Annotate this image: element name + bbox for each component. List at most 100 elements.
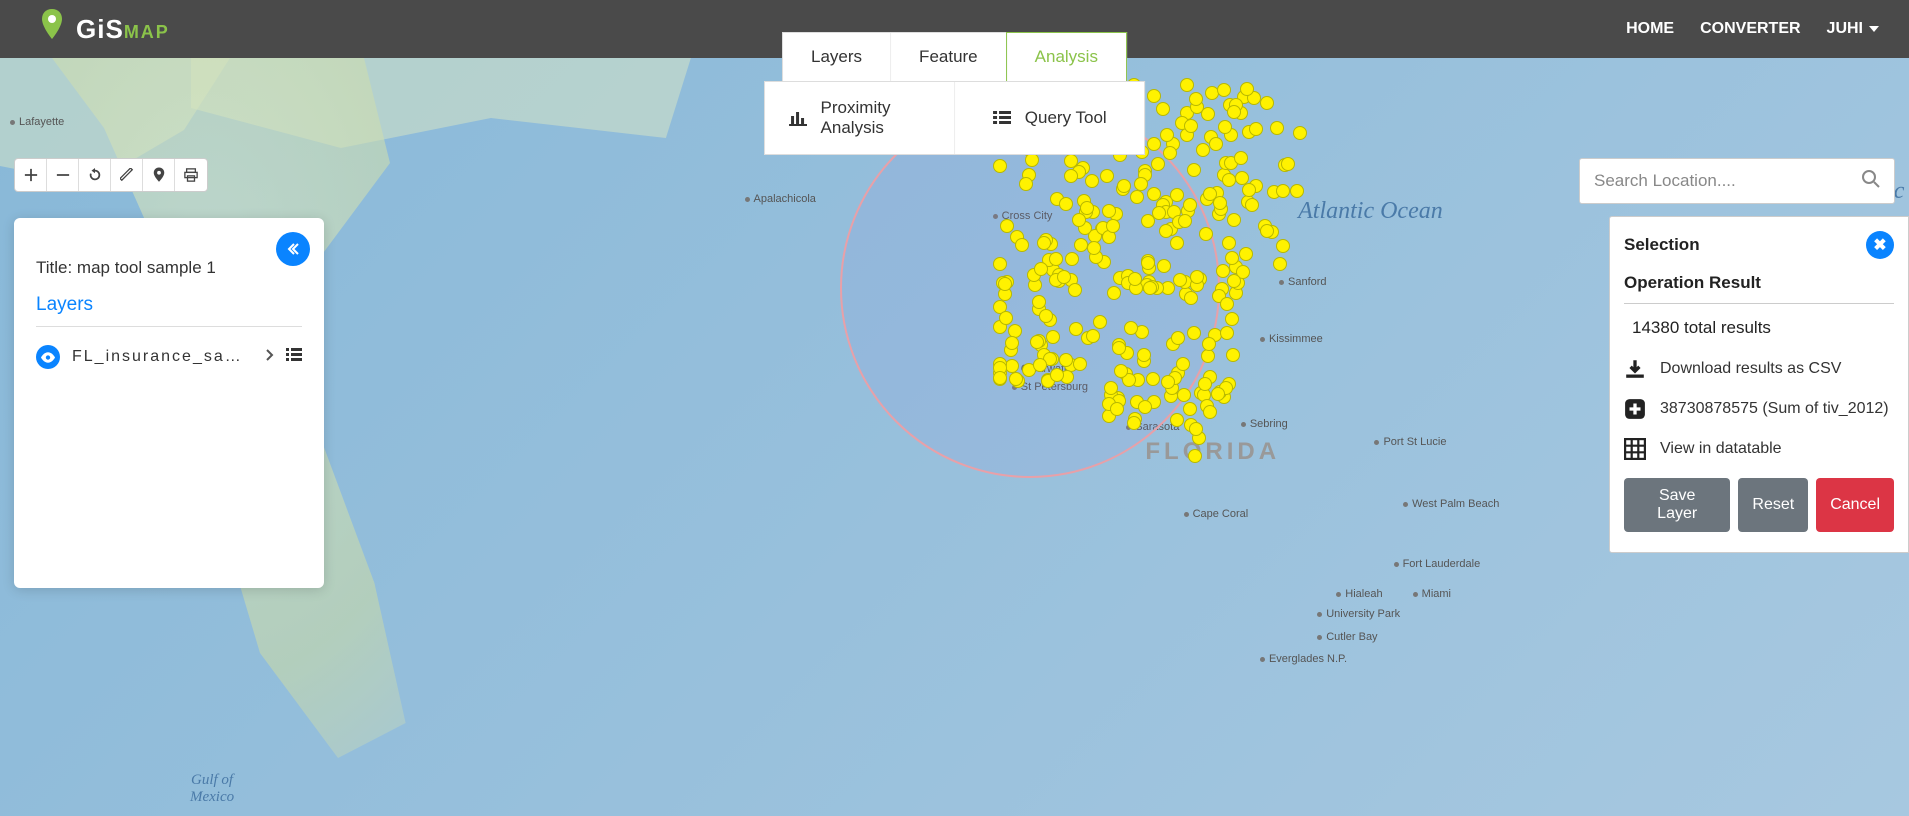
data-point xyxy=(1249,122,1263,136)
data-point xyxy=(1034,262,1048,276)
logo[interactable]: GiSMAP xyxy=(40,9,170,49)
list-icon xyxy=(993,110,1011,126)
data-point xyxy=(1242,183,1256,197)
data-point xyxy=(1128,272,1142,286)
selection-title: Selection xyxy=(1624,235,1700,255)
data-point xyxy=(1137,348,1151,362)
data-point xyxy=(1104,381,1118,395)
subtab-query-label: Query Tool xyxy=(1025,108,1107,128)
view-datatable-label: View in datatable xyxy=(1660,440,1782,458)
data-point xyxy=(1201,349,1215,363)
data-point xyxy=(1009,372,1023,386)
data-point xyxy=(1178,214,1192,228)
zoom-out-button[interactable] xyxy=(47,159,79,191)
data-point xyxy=(1072,213,1086,227)
sum-value: 38730878575 (Sum of tiv_2012) xyxy=(1660,400,1889,418)
data-point xyxy=(1187,163,1201,177)
refresh-button[interactable] xyxy=(79,159,111,191)
search-input[interactable] xyxy=(1594,171,1862,191)
data-point xyxy=(1064,169,1078,183)
sum-result: 38730878575 (Sum of tiv_2012) xyxy=(1624,398,1894,420)
tab-analysis[interactable]: Analysis xyxy=(1006,32,1127,82)
data-point xyxy=(1183,402,1197,416)
data-point xyxy=(1085,174,1099,188)
data-point xyxy=(1015,238,1029,252)
city-everglades: Everglades N.P. xyxy=(1260,653,1347,665)
tab-feature[interactable]: Feature xyxy=(891,33,1007,81)
data-point xyxy=(1273,257,1287,271)
data-point xyxy=(1100,169,1114,183)
subtab-query[interactable]: Query Tool xyxy=(955,82,1144,154)
cancel-button[interactable]: Cancel xyxy=(1816,478,1894,532)
subtab-proximity[interactable]: Proximity Analysis xyxy=(765,82,955,154)
data-point xyxy=(1005,359,1019,373)
data-point xyxy=(1059,353,1073,367)
zoom-in-button[interactable] xyxy=(15,159,47,191)
nav-user-menu[interactable]: JUHI xyxy=(1827,20,1879,38)
map-canvas[interactable]: Atlantic Ocean Atlantic Oce Gulf of Mexi… xyxy=(0,58,1909,816)
city-univpark: University Park xyxy=(1317,608,1400,620)
data-point xyxy=(1180,78,1194,92)
collapse-panel-button[interactable] xyxy=(276,232,310,266)
data-point xyxy=(1037,236,1051,250)
total-results: 14380 total results xyxy=(1624,318,1894,338)
data-point xyxy=(1000,219,1014,233)
data-point xyxy=(1199,227,1213,241)
tab-layers[interactable]: Layers xyxy=(783,33,891,81)
city-cutlerbay: Cutler Bay xyxy=(1317,631,1377,643)
table-icon xyxy=(1624,438,1646,460)
logo-g: G xyxy=(76,14,97,44)
data-point xyxy=(1220,297,1234,311)
selection-header: Selection ✖ xyxy=(1624,231,1894,259)
marker-button[interactable] xyxy=(143,159,175,191)
data-point xyxy=(1151,157,1165,171)
data-point xyxy=(1147,89,1161,103)
data-point xyxy=(1239,247,1253,261)
data-point xyxy=(1240,82,1254,96)
data-point xyxy=(1270,121,1284,135)
city-hialeah: Hialeah xyxy=(1336,588,1382,600)
city-lafayette: Lafayette xyxy=(10,116,64,128)
data-point xyxy=(1049,252,1063,266)
search-icon[interactable] xyxy=(1862,170,1880,193)
city-miami: Miami xyxy=(1413,588,1451,600)
data-point xyxy=(1157,259,1171,273)
layer-row: FL_insurance_sample… xyxy=(36,345,302,369)
data-point xyxy=(993,257,1007,271)
data-point xyxy=(1146,372,1160,386)
city-ftlaud: Fort Lauderdale xyxy=(1394,558,1481,570)
subtab-proximity-label: Proximity Analysis xyxy=(821,98,930,138)
nav-home[interactable]: HOME xyxy=(1626,20,1674,38)
reset-button[interactable]: Reset xyxy=(1738,478,1808,532)
layer-options-button[interactable] xyxy=(286,348,302,367)
data-point xyxy=(1019,177,1033,191)
download-icon xyxy=(1624,358,1646,380)
data-point xyxy=(1127,416,1141,430)
primary-tabs: Layers Feature Analysis xyxy=(782,32,1127,81)
data-point xyxy=(1222,236,1236,250)
data-point xyxy=(1059,197,1073,211)
data-point xyxy=(1196,143,1210,157)
nav-converter[interactable]: CONVERTER xyxy=(1700,20,1800,38)
data-point xyxy=(1209,137,1223,151)
data-point xyxy=(999,311,1013,325)
save-layer-button[interactable]: Save Layer xyxy=(1624,478,1730,532)
selection-panel: Selection ✖ Operation Result 14380 total… xyxy=(1609,216,1909,553)
close-selection-button[interactable]: ✖ xyxy=(1866,231,1894,259)
download-csv-button[interactable]: Download results as CSV xyxy=(1624,358,1894,380)
data-point xyxy=(1134,177,1148,191)
data-point xyxy=(1093,315,1107,329)
data-point xyxy=(1202,337,1216,351)
data-point xyxy=(1290,184,1304,198)
chevron-right-icon[interactable] xyxy=(266,348,274,366)
data-point xyxy=(1227,213,1241,227)
toggle-visibility-button[interactable] xyxy=(36,345,60,369)
data-point xyxy=(1276,184,1290,198)
data-point xyxy=(1201,107,1215,121)
view-datatable-button[interactable]: View in datatable xyxy=(1624,438,1894,460)
print-button[interactable] xyxy=(175,159,207,191)
measure-button[interactable] xyxy=(111,159,143,191)
bar-chart-icon xyxy=(789,110,807,126)
data-point xyxy=(1170,413,1184,427)
operation-result-title: Operation Result xyxy=(1624,273,1894,304)
